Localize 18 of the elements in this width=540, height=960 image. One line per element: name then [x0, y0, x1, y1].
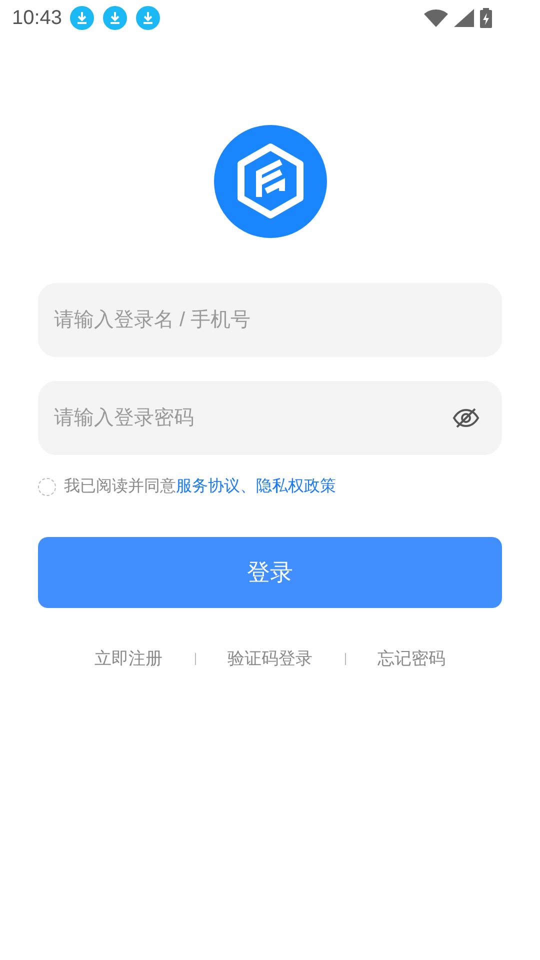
- agreement-text: 我已阅读并同意: [64, 476, 176, 497]
- footer-link[interactable]: 立即注册: [94, 646, 162, 672]
- status-time: 10:43: [12, 6, 62, 31]
- login-name-field[interactable]: 请输入登录名 / 手机号: [38, 283, 502, 357]
- app-logo-icon: [214, 125, 326, 238]
- login-button[interactable]: 登录: [38, 537, 502, 608]
- download-icon: [70, 6, 94, 30]
- eye-off-icon[interactable]: [452, 406, 480, 430]
- password-field[interactable]: 请输入登录密码: [38, 381, 502, 455]
- footer-link[interactable]: 忘记密码: [378, 646, 446, 672]
- download-icon: [103, 6, 128, 30]
- wifi-icon: [424, 9, 448, 27]
- agreement-checkbox[interactable]: [38, 478, 56, 496]
- battery-charging-icon: [480, 8, 492, 28]
- download-icon: [136, 6, 160, 30]
- signal-icon: [454, 9, 474, 27]
- footer-link[interactable]: 验证码登录: [228, 646, 312, 672]
- agreement-link[interactable]: 服务协议、隐私权政策: [176, 475, 336, 499]
